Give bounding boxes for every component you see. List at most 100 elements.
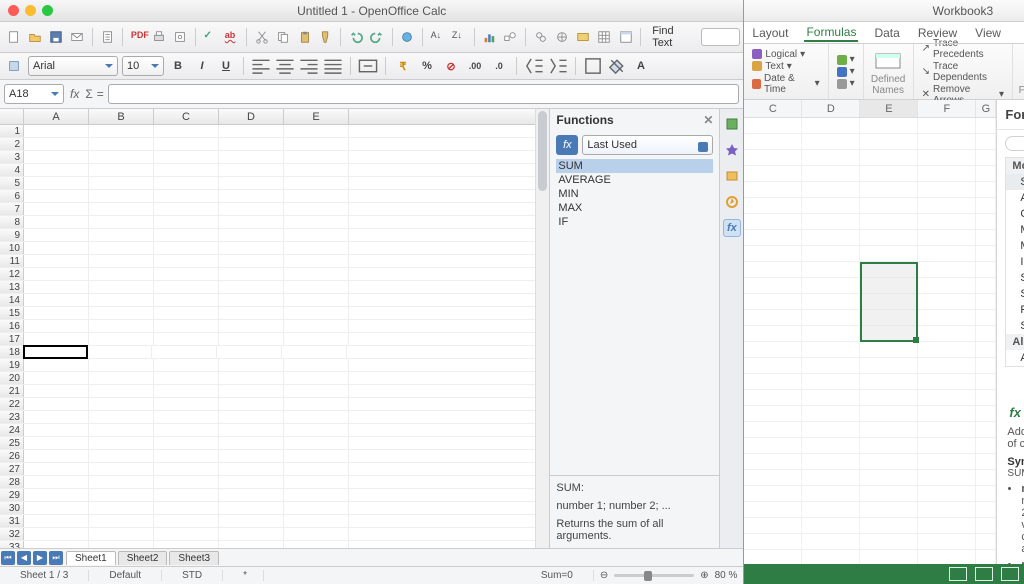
- row-header[interactable]: 2: [0, 138, 24, 150]
- xl-cell[interactable]: [744, 262, 802, 277]
- cell[interactable]: [24, 255, 89, 267]
- xl-cell[interactable]: [976, 166, 996, 181]
- cell[interactable]: [219, 229, 284, 241]
- cell[interactable]: [89, 489, 154, 501]
- xl-cell[interactable]: [744, 278, 802, 293]
- xl-cell[interactable]: [744, 134, 802, 149]
- undo-button[interactable]: [346, 27, 365, 47]
- percent-button[interactable]: %: [417, 56, 437, 76]
- tab-layout[interactable]: Layout: [750, 24, 790, 42]
- paste-button[interactable]: [295, 27, 314, 47]
- cell[interactable]: [284, 177, 349, 189]
- cell[interactable]: [24, 307, 89, 319]
- cell[interactable]: [219, 242, 284, 254]
- row-header[interactable]: 9: [0, 229, 24, 241]
- xl-cell[interactable]: [976, 198, 996, 213]
- xl-cell[interactable]: [860, 406, 918, 421]
- view-pagebreak-icon[interactable]: [1001, 567, 1019, 581]
- cell[interactable]: [284, 138, 349, 150]
- show-formulas-button[interactable]: 15 Show Formulas: [1013, 44, 1024, 99]
- cell[interactable]: [24, 281, 89, 293]
- cell[interactable]: [154, 450, 219, 462]
- close-icon[interactable]: ✕: [703, 113, 713, 127]
- grid-row[interactable]: 31: [0, 515, 535, 528]
- cell[interactable]: [219, 190, 284, 202]
- cell[interactable]: [154, 242, 219, 254]
- cell[interactable]: [89, 333, 154, 345]
- grid-row[interactable]: 32: [0, 528, 535, 541]
- xl-cell[interactable]: [802, 214, 860, 229]
- xl-row[interactable]: [744, 150, 996, 166]
- grid-row[interactable]: 22: [0, 398, 535, 411]
- grid-row[interactable]: 2: [0, 138, 535, 151]
- xl-row[interactable]: [744, 214, 996, 230]
- row-header[interactable]: 1: [0, 125, 24, 137]
- cell[interactable]: [154, 463, 219, 475]
- xl-cell[interactable]: [860, 358, 918, 373]
- cell[interactable]: [89, 164, 154, 176]
- cell[interactable]: [219, 528, 284, 540]
- grid-row[interactable]: 21: [0, 385, 535, 398]
- row-header[interactable]: 33: [0, 541, 24, 548]
- xl-row[interactable]: [744, 534, 996, 550]
- fb-function-item[interactable]: MAX: [1006, 222, 1024, 238]
- row-header[interactable]: 16: [0, 320, 24, 332]
- grid-row[interactable]: 20: [0, 372, 535, 385]
- xl-cell[interactable]: [976, 118, 996, 133]
- xl-cell[interactable]: [976, 310, 996, 325]
- xl-cell[interactable]: [976, 246, 996, 261]
- text-dropdown[interactable]: Text ▾: [752, 61, 819, 72]
- grid-row[interactable]: 26: [0, 450, 535, 463]
- xl-cell[interactable]: [918, 438, 976, 453]
- xl-cell[interactable]: [860, 214, 918, 229]
- row-header[interactable]: 28: [0, 476, 24, 488]
- cell[interactable]: [24, 333, 89, 345]
- cell[interactable]: [89, 476, 154, 488]
- xl-cell[interactable]: [744, 150, 802, 165]
- row-header[interactable]: 12: [0, 268, 24, 280]
- cell[interactable]: [24, 437, 89, 449]
- xl-cell[interactable]: [802, 390, 860, 405]
- xl-row[interactable]: [744, 230, 996, 246]
- oo-grid[interactable]: A B C D E 123456789101112131415161718192…: [0, 109, 535, 548]
- cell[interactable]: [24, 450, 89, 462]
- cell[interactable]: [24, 359, 89, 371]
- xl-row[interactable]: [744, 374, 996, 390]
- cell[interactable]: [89, 437, 154, 449]
- cell[interactable]: [24, 242, 89, 254]
- cell[interactable]: [24, 476, 89, 488]
- cell[interactable]: [219, 476, 284, 488]
- cell[interactable]: [89, 320, 154, 332]
- cell[interactable]: [24, 502, 89, 514]
- cell[interactable]: [219, 450, 284, 462]
- xl-cell[interactable]: [802, 534, 860, 549]
- xl-cell[interactable]: [860, 438, 918, 453]
- cell[interactable]: [154, 372, 219, 384]
- cell[interactable]: [89, 398, 154, 410]
- cell[interactable]: [154, 411, 219, 423]
- xl-cell[interactable]: [976, 358, 996, 373]
- edit-doc-button[interactable]: [98, 27, 117, 47]
- xl-cell[interactable]: [860, 454, 918, 469]
- xl-cell[interactable]: [976, 502, 996, 517]
- xl-cell[interactable]: [976, 486, 996, 501]
- cell[interactable]: [284, 398, 349, 410]
- xl-cell[interactable]: [744, 358, 802, 373]
- cell[interactable]: [284, 450, 349, 462]
- xl-cell[interactable]: [918, 166, 976, 181]
- cell[interactable]: [284, 242, 349, 254]
- xl-cell[interactable]: [744, 486, 802, 501]
- gallery-icon[interactable]: [723, 167, 741, 185]
- cell[interactable]: [284, 476, 349, 488]
- trace-dependents-button[interactable]: ↘ Trace Dependents: [922, 61, 1004, 83]
- xl-cell[interactable]: [802, 470, 860, 485]
- cell[interactable]: [89, 424, 154, 436]
- xl-row[interactable]: [744, 502, 996, 518]
- cell[interactable]: [284, 281, 349, 293]
- xl-row[interactable]: [744, 518, 996, 534]
- xl-row[interactable]: [744, 406, 996, 422]
- fb-function-item[interactable]: MIN: [1006, 238, 1024, 254]
- xl-cell[interactable]: [976, 454, 996, 469]
- next-sheet-button[interactable]: ▶: [33, 551, 47, 565]
- xl-cell[interactable]: [802, 150, 860, 165]
